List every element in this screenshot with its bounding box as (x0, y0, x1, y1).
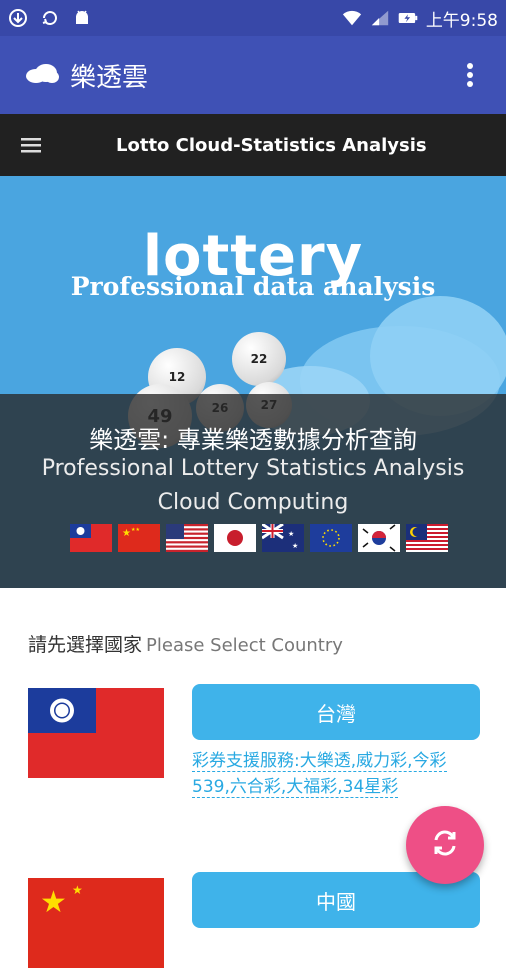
flag-taiwan-icon[interactable] (70, 524, 112, 552)
app-bar: 樂透雲 (0, 36, 506, 114)
taiwan-flag-image[interactable] (28, 688, 164, 778)
overlay-title: 樂透雲: 專業樂透數據分析查詢 (89, 426, 417, 454)
refresh-fab[interactable] (406, 806, 484, 884)
lottery-ball: 22 (232, 332, 286, 386)
flag-china-icon[interactable]: ★ ★★ (118, 524, 160, 552)
wifi-icon (342, 8, 362, 28)
download-icon (8, 8, 28, 28)
battery-charging-icon (398, 8, 418, 28)
hamburger-icon[interactable] (0, 137, 62, 153)
prompt-zh: 請先選擇國家 (28, 634, 143, 656)
svg-text:★: ★ (288, 530, 294, 538)
flag-korea-icon[interactable] (358, 524, 400, 552)
services-text[interactable]: 彩券支援服務:大樂透,威力彩,今彩539,六合彩,大福彩,34星彩 (192, 751, 447, 798)
web-nav-bar: Lotto Cloud-Statistics Analysis (0, 114, 506, 176)
svg-text:★: ★ (292, 542, 298, 550)
select-country-prompt: 請先選擇國家 Please Select Country (28, 630, 343, 657)
taiwan-services-link[interactable]: 彩券支援服務:大樂透,威力彩,今彩539,六合彩,大福彩,34星彩 (192, 748, 482, 800)
flag-malaysia-icon[interactable] (406, 524, 448, 552)
clock: 上午9:58 (425, 10, 498, 31)
status-bar: 上午9:58 (0, 0, 506, 36)
android-icon (72, 8, 92, 28)
overlay-subtitle: Professional Lottery Statistics Analysis (41, 456, 465, 481)
flag-australia-icon[interactable]: ★ ★ (262, 524, 304, 552)
svg-text:★: ★ (40, 885, 67, 920)
svg-text:★: ★ (72, 883, 83, 897)
hero-banner: lottery Professional data analysis 12 22… (0, 176, 506, 588)
refresh-icon (430, 828, 460, 862)
sync-icon (40, 8, 60, 28)
hero-caption-overlay: 樂透雲: 專業樂透數據分析查詢 Professional Lottery Sta… (0, 394, 506, 588)
flag-strip: ★ ★★ ★ ★ (70, 524, 448, 552)
signal-icon (370, 8, 390, 28)
prompt-en: Please Select Country (146, 635, 343, 656)
flag-usa-icon[interactable] (166, 524, 208, 552)
cloud-logo-icon (24, 61, 60, 89)
web-nav-title: Lotto Cloud-Statistics Analysis (116, 134, 427, 156)
svg-text:★: ★ (122, 528, 131, 539)
app-title: 樂透雲 (70, 62, 149, 93)
flag-eu-icon[interactable] (310, 524, 352, 552)
svg-text:★★: ★★ (131, 527, 140, 533)
more-vert-icon[interactable] (458, 55, 482, 95)
country-button-taiwan[interactable]: 台灣 (192, 684, 480, 740)
china-flag-image[interactable]: ★ ★ (28, 878, 164, 968)
overlay-subtitle: Cloud Computing (157, 490, 349, 515)
flag-japan-icon[interactable] (214, 524, 256, 552)
